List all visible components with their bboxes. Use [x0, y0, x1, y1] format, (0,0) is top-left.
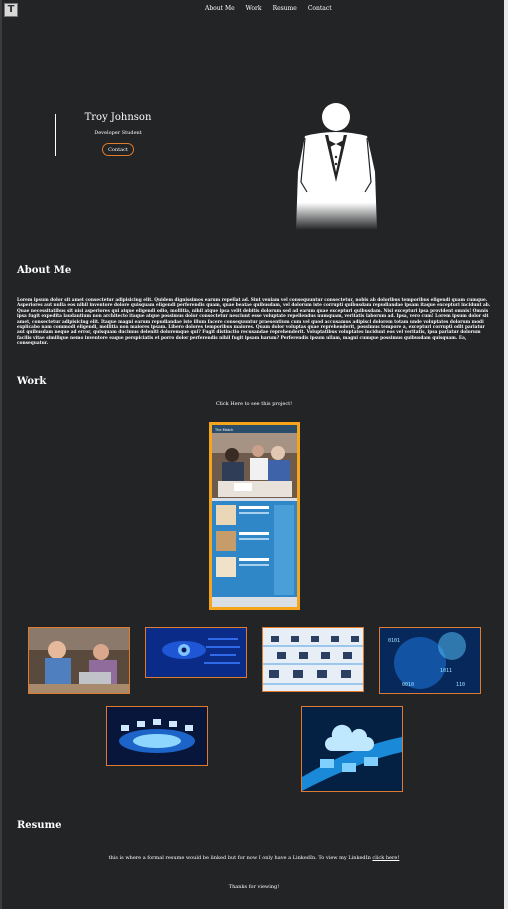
top-nav: About Me Work Resume Contact: [205, 5, 332, 12]
work-thumb-computer-ring[interactable]: [106, 706, 208, 766]
window-right-edge: [504, 0, 508, 909]
about-heading: About Me: [17, 265, 72, 276]
about-text: Lorem ipsum dolor sit amet consectetur a…: [17, 298, 491, 347]
resume-heading: Resume: [17, 820, 62, 831]
work-thumb-binary-code[interactable]: 0101 1011 0010 110: [379, 627, 481, 694]
work-heading: Work: [17, 376, 47, 387]
featured-project-screenshot[interactable]: The Match: [209, 422, 300, 610]
svg-text:0010: 0010: [402, 682, 414, 688]
linkedin-link[interactable]: click here!: [372, 855, 399, 861]
svg-text:110: 110: [456, 682, 465, 688]
hero-divider: [55, 114, 56, 156]
resume-text: this is where a formal resume would be l…: [108, 855, 400, 861]
project-link[interactable]: Click Here to see this project!: [0, 401, 508, 407]
thanks-message: Thanks for viewing!: [228, 884, 280, 890]
logo-icon[interactable]: T: [4, 3, 18, 17]
featured-site-title: The Match: [214, 428, 233, 432]
hero-name: Troy Johnson: [84, 112, 152, 123]
work-thumb-digital-eye[interactable]: [145, 627, 247, 678]
work-thumb-kids-laptop[interactable]: [28, 627, 130, 694]
contact-button[interactable]: Contact: [102, 143, 134, 156]
nav-about-me[interactable]: About Me: [205, 5, 235, 12]
nav-work[interactable]: Work: [246, 5, 262, 12]
tuxedo-figure-icon: [296, 103, 377, 230]
window-left-edge: [0, 0, 2, 909]
nav-contact[interactable]: Contact: [308, 5, 332, 12]
nav-resume[interactable]: Resume: [273, 5, 297, 12]
svg-text:0101: 0101: [388, 638, 400, 644]
svg-text:1011: 1011: [440, 668, 452, 674]
work-thumb-network-grid[interactable]: [262, 627, 364, 692]
hero-subtitle: Developer Student: [94, 130, 142, 136]
work-thumb-cloud-data[interactable]: [301, 706, 403, 792]
